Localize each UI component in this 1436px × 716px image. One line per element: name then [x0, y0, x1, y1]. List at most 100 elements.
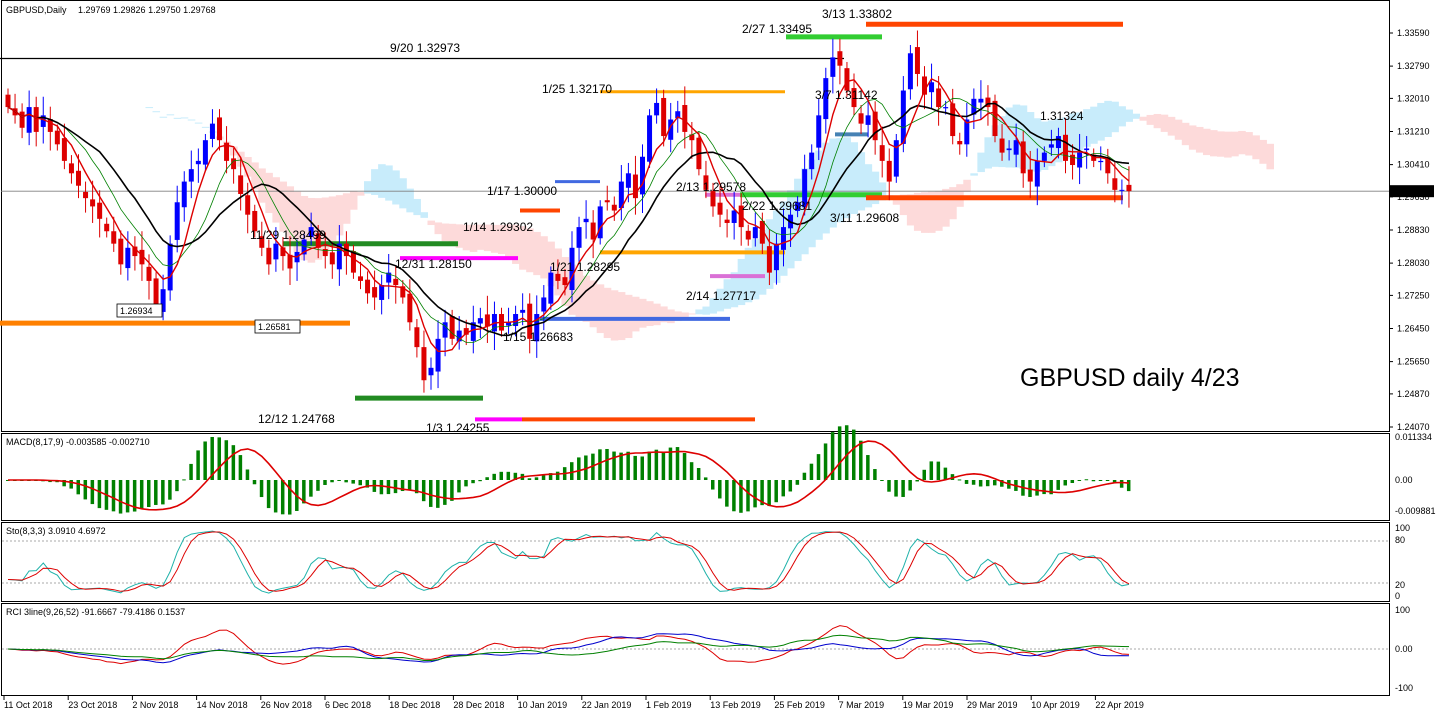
- bull-candle: [1119, 189, 1125, 191]
- cloud-segment: [349, 190, 358, 210]
- bull-candle: [1041, 152, 1047, 161]
- bull-candle: [781, 227, 786, 250]
- bull-candle: [477, 318, 483, 324]
- bear-candle: [329, 252, 335, 265]
- macd-histogram-bar: [1119, 480, 1124, 488]
- date-tick-label: 13 Feb 2019: [710, 700, 761, 710]
- macd-histogram-bar: [654, 449, 659, 480]
- macd-histogram-bar: [570, 462, 574, 480]
- cloud-segment: [1174, 119, 1183, 140]
- macd-histogram-bar: [203, 441, 207, 480]
- level-annotation: 1/17 1.30000: [487, 184, 557, 198]
- level-annotation: 1/15 1.26683: [503, 330, 573, 344]
- cloud-segment: [328, 196, 337, 245]
- macd-histogram-bar: [619, 452, 623, 480]
- bear-candle: [604, 200, 610, 203]
- cloud-segment: [624, 294, 633, 339]
- macd-histogram-bar: [1056, 480, 1060, 490]
- bear-candle: [83, 191, 89, 199]
- cloud-segment: [364, 181, 372, 194]
- macd-histogram-bar: [69, 480, 73, 489]
- macd-histogram-bar: [527, 478, 532, 480]
- price-tick-label: 1.27250: [1397, 290, 1430, 300]
- macd-histogram-bar: [499, 471, 503, 480]
- macd-histogram-bar: [97, 480, 102, 509]
- macd-histogram-bar: [746, 480, 750, 512]
- bear-candle: [717, 202, 723, 215]
- cloud-segment: [638, 298, 647, 328]
- cloud-segment: [1181, 122, 1190, 146]
- price-tick-label: 1.32010: [1397, 93, 1430, 103]
- price-tick-label: 1.33590: [1397, 28, 1430, 38]
- macd-histogram-bar: [443, 480, 447, 505]
- bull-candle: [809, 152, 815, 170]
- level-annotation: 1/3 1.24255: [426, 421, 490, 435]
- date-tick-label: 14 Nov 2018: [197, 700, 248, 710]
- macd-histogram-bar: [894, 480, 898, 497]
- bull-candle: [576, 227, 582, 248]
- macd-histogram-bar: [309, 480, 313, 497]
- cloud-segment: [265, 172, 273, 214]
- cloud-segment: [420, 212, 428, 218]
- macd-histogram-bar: [809, 463, 814, 480]
- macd-axis-label: -0.009881: [1395, 506, 1436, 516]
- cloud-segment: [166, 114, 175, 116]
- bull-candle: [816, 115, 822, 148]
- macd-histogram-bar: [767, 480, 771, 507]
- macd-histogram-bar: [732, 480, 736, 512]
- bull-candle: [195, 160, 201, 165]
- rci-axis-label: -100: [1395, 683, 1413, 693]
- rci-line: [7, 633, 1130, 664]
- cloud-segment: [342, 193, 351, 224]
- cloud-segment: [653, 303, 661, 326]
- bull-candle: [640, 156, 645, 195]
- cloud-segment: [646, 301, 654, 327]
- bull-candle: [943, 107, 949, 109]
- cloud-segment: [194, 122, 203, 124]
- bear-candle: [358, 276, 363, 281]
- date-tick-label: 22 Jan 2019: [582, 700, 632, 710]
- macd-histogram-bar: [718, 480, 722, 499]
- macd-histogram-bar: [407, 480, 412, 490]
- cloud-segment: [526, 228, 534, 273]
- cloud-segment: [392, 170, 400, 205]
- cloud-segment: [1217, 131, 1225, 157]
- macd-histogram-bar: [168, 480, 172, 500]
- level-annotation: 1/21 1.28295: [550, 260, 620, 274]
- cloud-segment: [413, 198, 421, 216]
- cloud-segment: [702, 306, 710, 315]
- macd-histogram-bar: [189, 463, 193, 480]
- cloud-segment: [1146, 114, 1155, 125]
- level-annotation: 12/31 1.28150: [395, 257, 472, 271]
- macd-histogram-bar: [450, 480, 454, 501]
- cloud-segment: [434, 222, 443, 235]
- macd-histogram-bar: [577, 457, 581, 480]
- macd-histogram-bar: [985, 480, 990, 487]
- bull-candle: [583, 218, 589, 223]
- macd-histogram-bar: [541, 475, 546, 480]
- bull-candle: [181, 181, 187, 208]
- macd-histogram-bar: [929, 461, 934, 480]
- bear-candle: [61, 138, 67, 161]
- bull-candle: [830, 57, 836, 77]
- macd-histogram-bar: [852, 429, 856, 480]
- macd-histogram-bar: [1126, 480, 1131, 492]
- bear-candle: [879, 145, 885, 161]
- cloud-segment: [603, 287, 612, 339]
- bear-candle: [393, 278, 399, 286]
- bull-candle: [379, 285, 385, 300]
- bear-candle: [1112, 178, 1118, 190]
- cloud-segment: [1195, 126, 1204, 153]
- bear-candle: [484, 314, 490, 327]
- cloud-segment: [406, 188, 414, 213]
- macd-histogram-bar: [245, 469, 250, 480]
- cloud-segment: [356, 192, 365, 196]
- macd-histogram-bar: [330, 480, 334, 483]
- macd-histogram-bar: [823, 443, 828, 480]
- cloud-segment: [441, 223, 450, 242]
- bear-candle: [118, 238, 124, 265]
- macd-histogram-bar: [555, 471, 560, 480]
- cloud-segment: [1167, 116, 1176, 136]
- bear-candle: [611, 204, 617, 211]
- macd-label: MACD(8,17,9) -0.003585 -0.002710: [6, 437, 150, 447]
